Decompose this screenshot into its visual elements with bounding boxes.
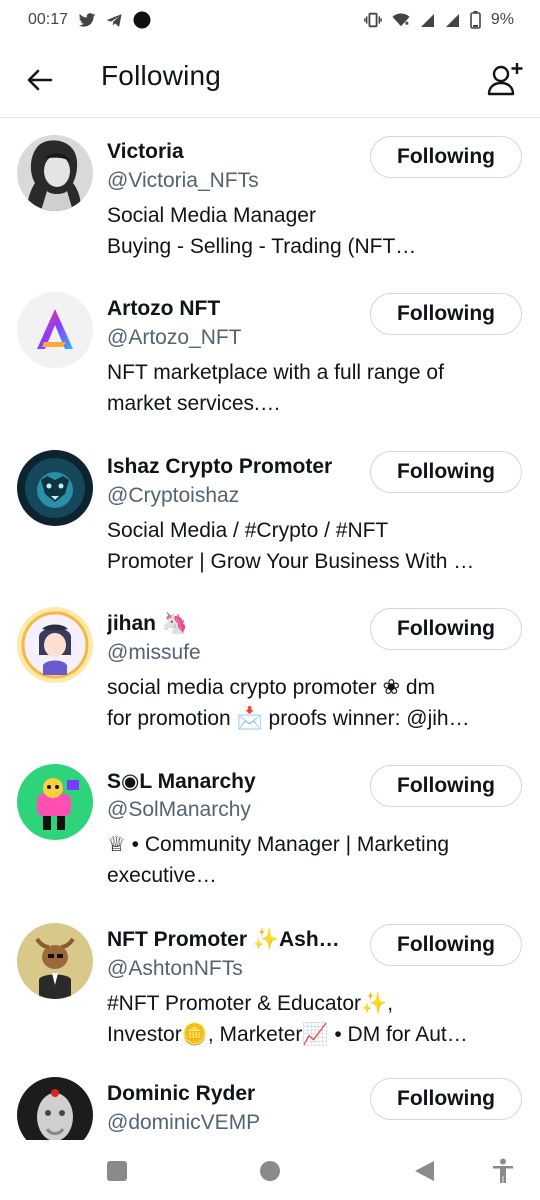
- following-button[interactable]: Following: [370, 451, 522, 493]
- page-title: Following: [101, 60, 222, 91]
- status-bar: 00:17 9%: [0, 0, 540, 40]
- add-user-icon: [487, 63, 523, 96]
- user-name: NFT Promoter ✨Ash…: [107, 928, 340, 951]
- wifi-icon: [392, 12, 410, 28]
- user-name: Artozo NFT: [107, 297, 221, 320]
- vibrate-icon: [364, 12, 382, 28]
- bio-line: #NFT Promoter & Educator✨,: [107, 992, 394, 1015]
- user-row[interactable]: Victoria @Victoria_NFTs Social Media Man…: [0, 118, 540, 274]
- arrow-left-icon: [27, 69, 53, 91]
- user-name: Ishaz Crypto Promoter: [107, 455, 333, 478]
- user-row[interactable]: NFT Promoter ✨Ash… @AshtonNFTs #NFT Prom…: [0, 906, 540, 1062]
- following-button[interactable]: Following: [370, 924, 522, 966]
- user-bio: social media crypto promoter ❀ dm for pr…: [107, 672, 521, 734]
- avatar[interactable]: [17, 135, 93, 211]
- signal-icon: [420, 13, 435, 28]
- bio-line: Buying - Selling - Trading (NFT…: [107, 235, 417, 258]
- bio-line: Social Media Manager: [107, 204, 316, 227]
- avatar[interactable]: [17, 923, 93, 999]
- user-name: S◉L Manarchy: [107, 770, 256, 793]
- user-row[interactable]: Ishaz Crypto Promoter @Cryptoishaz Socia…: [0, 433, 540, 589]
- following-button[interactable]: Following: [370, 608, 522, 650]
- avatar[interactable]: [17, 607, 93, 683]
- twitter-icon: [78, 12, 96, 28]
- bio-line: Promoter | Grow Your Business With …: [107, 550, 475, 573]
- status-left: 00:17: [28, 11, 151, 29]
- header: Following: [0, 40, 540, 118]
- bio-line: for promotion 📩 proofs winner: @jih…: [107, 707, 470, 730]
- user-handle: @AshtonNFTs: [107, 957, 243, 980]
- bio-line: social media crypto promoter ❀ dm: [107, 676, 436, 699]
- battery-percent: 9%: [490, 11, 514, 28]
- following-button[interactable]: Following: [370, 1078, 522, 1120]
- back-icon: [415, 1161, 434, 1181]
- battery-icon: [470, 11, 481, 29]
- user-row[interactable]: Dominic Ryder @dominicVEMP Following: [0, 1060, 540, 1140]
- bio-line: market services.…: [107, 392, 281, 415]
- accessibility-icon: [493, 1158, 513, 1183]
- avatar[interactable]: [17, 1077, 93, 1140]
- user-handle: @dominicVEMP: [107, 1111, 261, 1134]
- user-row[interactable]: jihan 🦄 @missufe social media crypto pro…: [0, 590, 540, 746]
- system-nav-bar: [0, 1140, 540, 1200]
- bio-line: ♕ • Community Manager | Marketing: [107, 833, 450, 856]
- user-name: Victoria: [107, 140, 184, 163]
- user-handle: @Artozo_NFT: [107, 326, 242, 349]
- nav-back-button[interactable]: [411, 1158, 437, 1184]
- user-bio: NFT marketplace with a full range of mar…: [107, 357, 521, 419]
- telegram-icon: [106, 13, 123, 28]
- dot-icon: [133, 11, 151, 29]
- status-time: 00:17: [28, 11, 69, 28]
- bio-line: Investor🪙, Marketer📈 • DM for Aut…: [107, 1023, 468, 1046]
- user-name: jihan 🦄: [107, 612, 188, 635]
- avatar[interactable]: [17, 764, 93, 840]
- bio-line: executive…: [107, 864, 217, 887]
- recents-icon: [107, 1161, 127, 1181]
- user-handle: @Cryptoishaz: [107, 484, 240, 507]
- following-button[interactable]: Following: [370, 136, 522, 178]
- recents-button[interactable]: [104, 1158, 130, 1184]
- following-button[interactable]: Following: [370, 293, 522, 335]
- back-button[interactable]: [20, 62, 60, 98]
- user-handle: @SolManarchy: [107, 798, 251, 821]
- following-list[interactable]: Victoria @Victoria_NFTs Social Media Man…: [0, 118, 540, 1140]
- user-bio: ♕ • Community Manager | Marketing execut…: [107, 829, 521, 891]
- status-right: 9%: [364, 11, 514, 29]
- user-row[interactable]: Artozo NFT @Artozo_NFT NFT marketplace w…: [0, 275, 540, 431]
- home-icon: [260, 1161, 280, 1181]
- user-bio: Social Media Manager Buying - Selling - …: [107, 200, 521, 262]
- user-row[interactable]: S◉L Manarchy @SolManarchy ♕ • Community …: [0, 747, 540, 903]
- bio-line: Social Media / #Crypto / #NFT: [107, 519, 389, 542]
- user-name: Dominic Ryder: [107, 1082, 256, 1105]
- home-button[interactable]: [257, 1158, 283, 1184]
- user-handle: @Victoria_NFTs: [107, 169, 259, 192]
- following-button[interactable]: Following: [370, 765, 522, 807]
- accessibility-button[interactable]: [490, 1158, 516, 1184]
- signal-icon: [445, 13, 460, 28]
- user-bio: Social Media / #Crypto / #NFT Promoter |…: [107, 515, 521, 577]
- avatar[interactable]: [17, 450, 93, 526]
- bio-line: NFT marketplace with a full range of: [107, 361, 444, 384]
- user-bio: #NFT Promoter & Educator✨, Investor🪙, Ma…: [107, 988, 521, 1050]
- add-user-button[interactable]: [484, 58, 526, 100]
- avatar[interactable]: [17, 292, 93, 368]
- user-handle: @missufe: [107, 641, 201, 664]
